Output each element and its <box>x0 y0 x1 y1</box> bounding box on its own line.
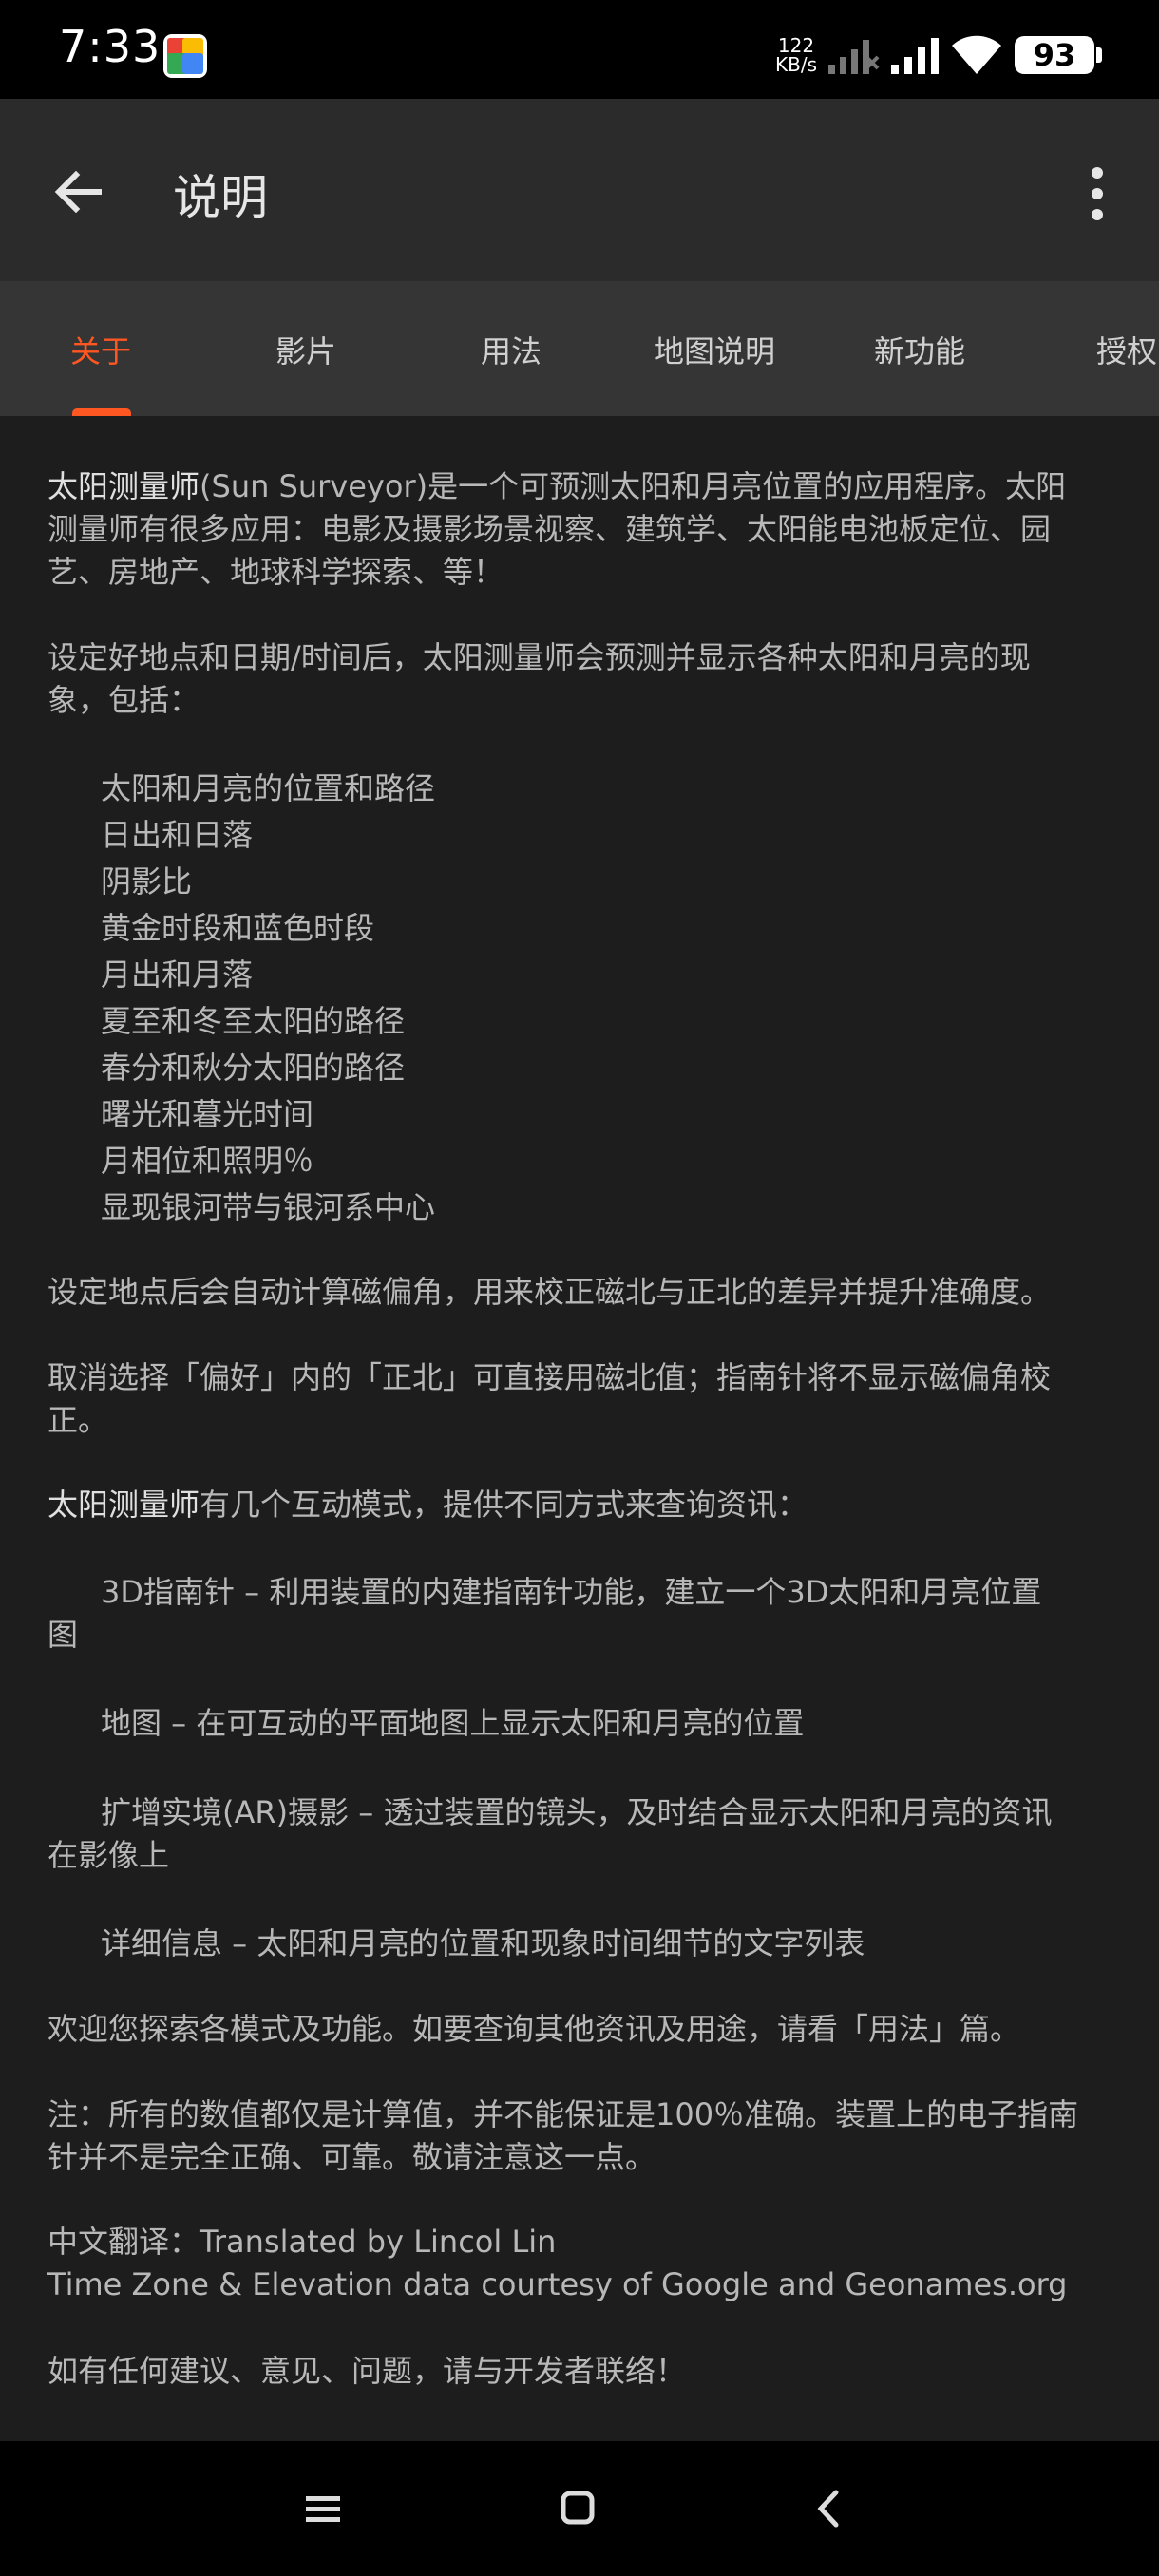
feature-item: 黄金时段和蓝色时段 <box>101 910 375 946</box>
modes-paragraph: 太阳测量师有几个互动模式，提供不同方式来查询资讯： <box>48 1484 1121 1526</box>
app-notification-icon <box>163 34 207 78</box>
app-name: 太阳测量师 <box>48 468 200 504</box>
system-navigation-bar <box>0 2441 1159 2576</box>
mode-ar-line-1: 扩增实境(AR)摄影 – 透过装置的镜头，及时结合显示太阳和月亮的资讯 <box>101 1794 1053 1830</box>
setup-paragraph: 设定好地点和日期/时间后，太阳测量师会预测并显示各种太阳和月亮的现 象，包括： <box>48 636 1121 722</box>
declination-paragraph: 设定地点后会自动计算磁偏角，用来校正磁北与正北的差异并提升准确度。 <box>48 1274 1052 1310</box>
feature-item: 月出和月落 <box>101 957 254 993</box>
page-title: 说明 <box>173 170 268 225</box>
true-north-paragraph: 取消选择「偏好」内的「正北」可直接用磁北值；指南针将不显示磁偏角校 正。 <box>48 1356 1121 1442</box>
feature-item: 春分和秋分太阳的路径 <box>101 1050 406 1086</box>
tab-map-help[interactable]: 地图说明 <box>654 281 775 416</box>
data-credit: Time Zone & Elevation data courtesy of G… <box>48 2266 1068 2302</box>
chevron-left-icon[interactable] <box>806 2485 853 2532</box>
contact-paragraph: 如有任何建议、意见、问题，请与开发者联络！ <box>48 2353 687 2389</box>
app-name: 太阳测量师 <box>48 1487 200 1523</box>
setup-line-2: 象，包括： <box>48 682 200 718</box>
battery-indicator: 93 <box>1015 36 1102 74</box>
mode-3d-compass: 3D指南针 – 利用装置的内建指南针功能，建立一个3D太阳和月亮位置 图 <box>48 1571 1121 1657</box>
network-rate: 122 KB/s <box>775 36 817 74</box>
note-line-2: 针并不是完全正确、可靠。敬请注意这一点。 <box>48 2139 656 2175</box>
note-line-1: 注：所有的数值都仅是计算值，并不能保证是100％准确。装置上的电子指南 <box>48 2096 1079 2132</box>
tab-about[interactable]: 关于 <box>70 281 131 416</box>
feature-item: 显现银河带与银河系中心 <box>101 1189 436 1225</box>
feature-item: 曙光和暮光时间 <box>101 1096 314 1132</box>
menu-icon[interactable] <box>300 2485 348 2532</box>
modes-rest: 有几个互动模式，提供不同方式来查询资讯： <box>200 1487 808 1523</box>
app-bar: 说明 <box>0 99 1159 281</box>
intro-line-3: 艺、房地产、地球科学探索、等！ <box>48 554 504 590</box>
tab-license[interactable]: 授权 <box>1096 281 1157 416</box>
tab-bar: 关于 影片 用法 地图说明 新功能 授权 <box>0 281 1159 416</box>
mode-3d-line-2: 图 <box>48 1617 79 1653</box>
setup-line-1: 设定好地点和日期/时间后，太阳测量师会预测并显示各种太阳和月亮的现 <box>48 639 1031 675</box>
intro-line-2: 测量师有很多应用：电影及摄影场景视察、建筑学、太阳能电池板定位、园 <box>48 511 1052 547</box>
true-north-line-1: 取消选择「偏好」内的「正北」可直接用磁北值；指南针将不显示磁偏角校 <box>48 1359 1052 1395</box>
mode-3d-line-1: 3D指南针 – 利用装置的内建指南针功能，建立一个3D太阳和月亮位置 <box>101 1574 1042 1610</box>
intro-paragraph: 太阳测量师(Sun Surveyor)是一个可预测太阳和月亮位置的应用程序。太阳… <box>48 465 1121 594</box>
status-time: 7:33 <box>59 21 162 72</box>
tab-whats-new[interactable]: 新功能 <box>874 281 965 416</box>
signal-off-icon <box>828 40 880 74</box>
intro-line-1-rest: (Sun Surveyor)是一个可预测太阳和月亮位置的应用程序。太阳 <box>200 468 1067 504</box>
signal-strength-icon <box>891 38 939 74</box>
intro-line-1: 太阳测量师(Sun Surveyor)是一个可预测太阳和月亮位置的应用程序。太阳 <box>48 465 1121 508</box>
true-north-line-2: 正。 <box>48 1402 109 1438</box>
mode-map: 地图 – 在可互动的平面地图上显示太阳和月亮的位置 <box>101 1705 805 1741</box>
note-paragraph: 注：所有的数值都仅是计算值，并不能保证是100％准确。装置上的电子指南 针并不是… <box>48 2093 1121 2179</box>
arrow-left-icon[interactable] <box>49 161 110 222</box>
mode-details: 详细信息 – 太阳和月亮的位置和现象时间细节的文字列表 <box>101 1925 865 1961</box>
home-square-icon[interactable] <box>555 2485 602 2532</box>
about-content[interactable]: 太阳测量师(Sun Surveyor)是一个可预测太阳和月亮位置的应用程序。太阳… <box>0 416 1159 2441</box>
feature-item: 日出和日落 <box>101 817 254 853</box>
mode-ar: 扩增实境(AR)摄影 – 透过装置的镜头，及时结合显示太阳和月亮的资讯 在影像上 <box>48 1791 1121 1877</box>
network-rate-value: 122 <box>777 34 815 57</box>
mode-ar-line-2: 在影像上 <box>48 1837 170 1873</box>
feature-item: 阴影比 <box>101 863 193 900</box>
feature-item: 月相位和照明％ <box>101 1143 314 1179</box>
tab-usage[interactable]: 用法 <box>481 281 542 416</box>
translation-credit: 中文翻译：Translated by Lincol Lin <box>48 2224 557 2260</box>
status-bar: 7:33 122 KB/s 93 <box>0 0 1159 99</box>
wifi-icon <box>952 35 1001 74</box>
welcome-paragraph: 欢迎您探索各模式及功能。如要查询其他资讯及用途，请看「用法」篇。 <box>48 2011 1021 2047</box>
tab-videos[interactable]: 影片 <box>276 281 336 416</box>
feature-item: 太阳和月亮的位置和路径 <box>101 770 436 806</box>
network-rate-unit: KB/s <box>775 53 817 76</box>
more-vertical-icon[interactable] <box>1083 165 1112 222</box>
credits-paragraph: 中文翻译：Translated by Lincol Lin Time Zone … <box>48 2221 1121 2306</box>
feature-item: 夏至和冬至太阳的路径 <box>101 1003 406 1039</box>
